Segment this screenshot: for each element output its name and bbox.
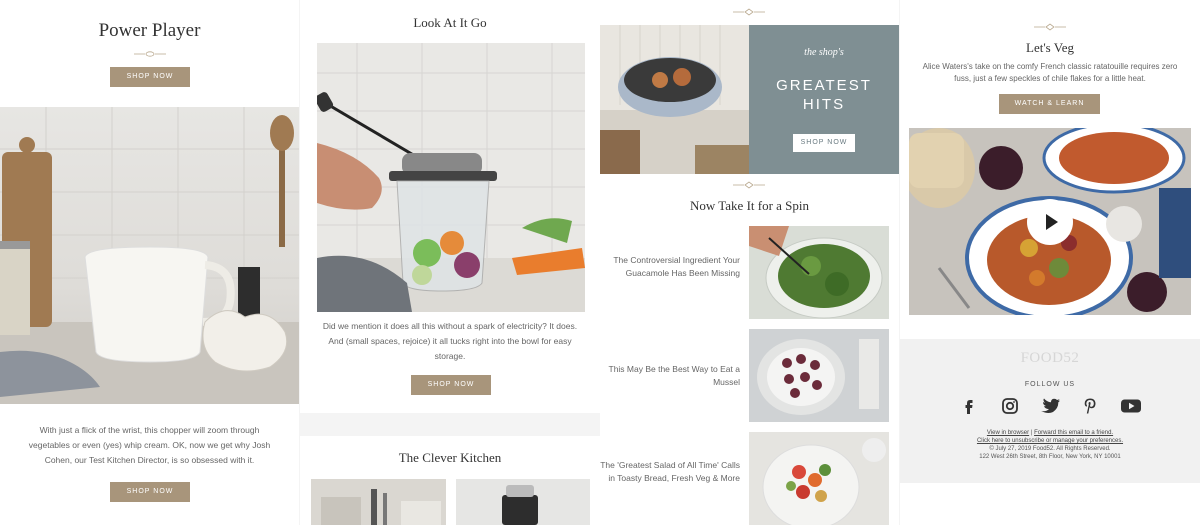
hero-headline: GREATEST HITS	[749, 76, 899, 114]
description: Did we mention it does all this without …	[322, 321, 578, 361]
section-title: The Clever Kitchen	[398, 450, 502, 465]
chopper-in-use-photo[interactable]	[317, 43, 585, 312]
clever-kitchen-card: The Clever Kitchen	[300, 436, 600, 525]
food52-logo[interactable]: FOOD52	[900, 350, 1200, 367]
twitter-icon[interactable]	[1039, 398, 1061, 414]
hero-kicker: the shop's	[804, 47, 844, 58]
section-title: Now Take It for a Spin	[689, 198, 810, 213]
section-title: Let's Veg	[1026, 40, 1074, 55]
guacamole-photo[interactable]	[749, 226, 889, 319]
greatest-hits-banner[interactable]: the shop's GREATEST HITS SHOP NOW	[600, 25, 899, 174]
footer-links: View in browser | Forward this email to …	[900, 429, 1200, 461]
instagram-icon[interactable]	[999, 398, 1021, 414]
email-footer: FOOD52 FOLLOW US View in browser | Forwa…	[900, 339, 1200, 483]
salad-photo[interactable]	[749, 432, 889, 525]
description: Alice Waters's take on the comfy French …	[922, 62, 1178, 83]
chopper-photo[interactable]	[0, 107, 299, 404]
shop-now-button[interactable]: SHOP NOW	[411, 375, 491, 395]
view-in-browser-link[interactable]: View in browser	[987, 430, 1029, 436]
shop-now-button[interactable]: SHOP NOW	[793, 134, 855, 152]
article-link[interactable]: The 'Greatest Salad of All Time' Calls i…	[600, 459, 740, 485]
hero-headline-line2: HITS	[802, 96, 846, 113]
copyright-text: © July 27, 2019 Food52. All Rights Reser…	[989, 446, 1111, 452]
play-button[interactable]	[1027, 199, 1073, 245]
mussel-photo[interactable]	[749, 329, 889, 422]
greatest-hits-section: the shop's GREATEST HITS SHOP NOW Now Ta…	[600, 0, 899, 525]
dutch-oven-photo	[600, 25, 749, 174]
section-title: Power Player	[98, 20, 201, 41]
hero-headline-line1: GREATEST	[776, 77, 872, 94]
ornament-divider	[134, 50, 166, 58]
social-links	[900, 398, 1200, 419]
forward-email-link[interactable]: Forward this email to a friend.	[1034, 430, 1113, 436]
article-link[interactable]: This May Be the Best Way to Eat a Mussel	[600, 363, 741, 389]
shop-now-button[interactable]: SHOP NOW	[110, 482, 190, 502]
ornament-divider	[1034, 23, 1066, 31]
facebook-icon[interactable]	[958, 398, 980, 414]
kitchen-photo-left[interactable]	[311, 479, 446, 525]
youtube-icon[interactable]	[1120, 398, 1142, 414]
hero-panel: the shop's GREATEST HITS SHOP NOW	[749, 25, 899, 174]
play-icon	[1046, 214, 1058, 230]
article-link[interactable]: The Controversial Ingredient Your Guacam…	[600, 254, 740, 280]
kitchen-photo-right[interactable]	[456, 479, 590, 525]
pinterest-icon[interactable]	[1079, 398, 1101, 414]
description: With just a flick of the wrist, this cho…	[28, 425, 271, 465]
address-text: 122 West 26th Street, 8th Floor, New Yor…	[979, 454, 1121, 460]
lets-veg-section: Let's Veg Alice Waters's take on the com…	[900, 0, 1200, 525]
product-card: Look At It Go Did we mention it does all…	[300, 0, 600, 413]
watch-and-learn-button[interactable]: WATCH & LEARN	[999, 94, 1100, 114]
unsubscribe-link[interactable]: Click here to unsubscribe or manage your…	[977, 438, 1123, 444]
look-at-it-go-section: Look At It Go Did we mention it does all…	[300, 0, 600, 525]
ornament-divider	[733, 181, 765, 189]
follow-us-label: FOLLOW US	[1024, 381, 1076, 388]
shop-now-button[interactable]: SHOP NOW	[110, 67, 190, 87]
section-title: Look At It Go	[413, 15, 487, 30]
power-player-section: Power Player SHOP NOW With just a flick …	[0, 0, 299, 525]
ornament-divider	[733, 8, 765, 16]
ratatouille-video[interactable]	[909, 128, 1191, 315]
